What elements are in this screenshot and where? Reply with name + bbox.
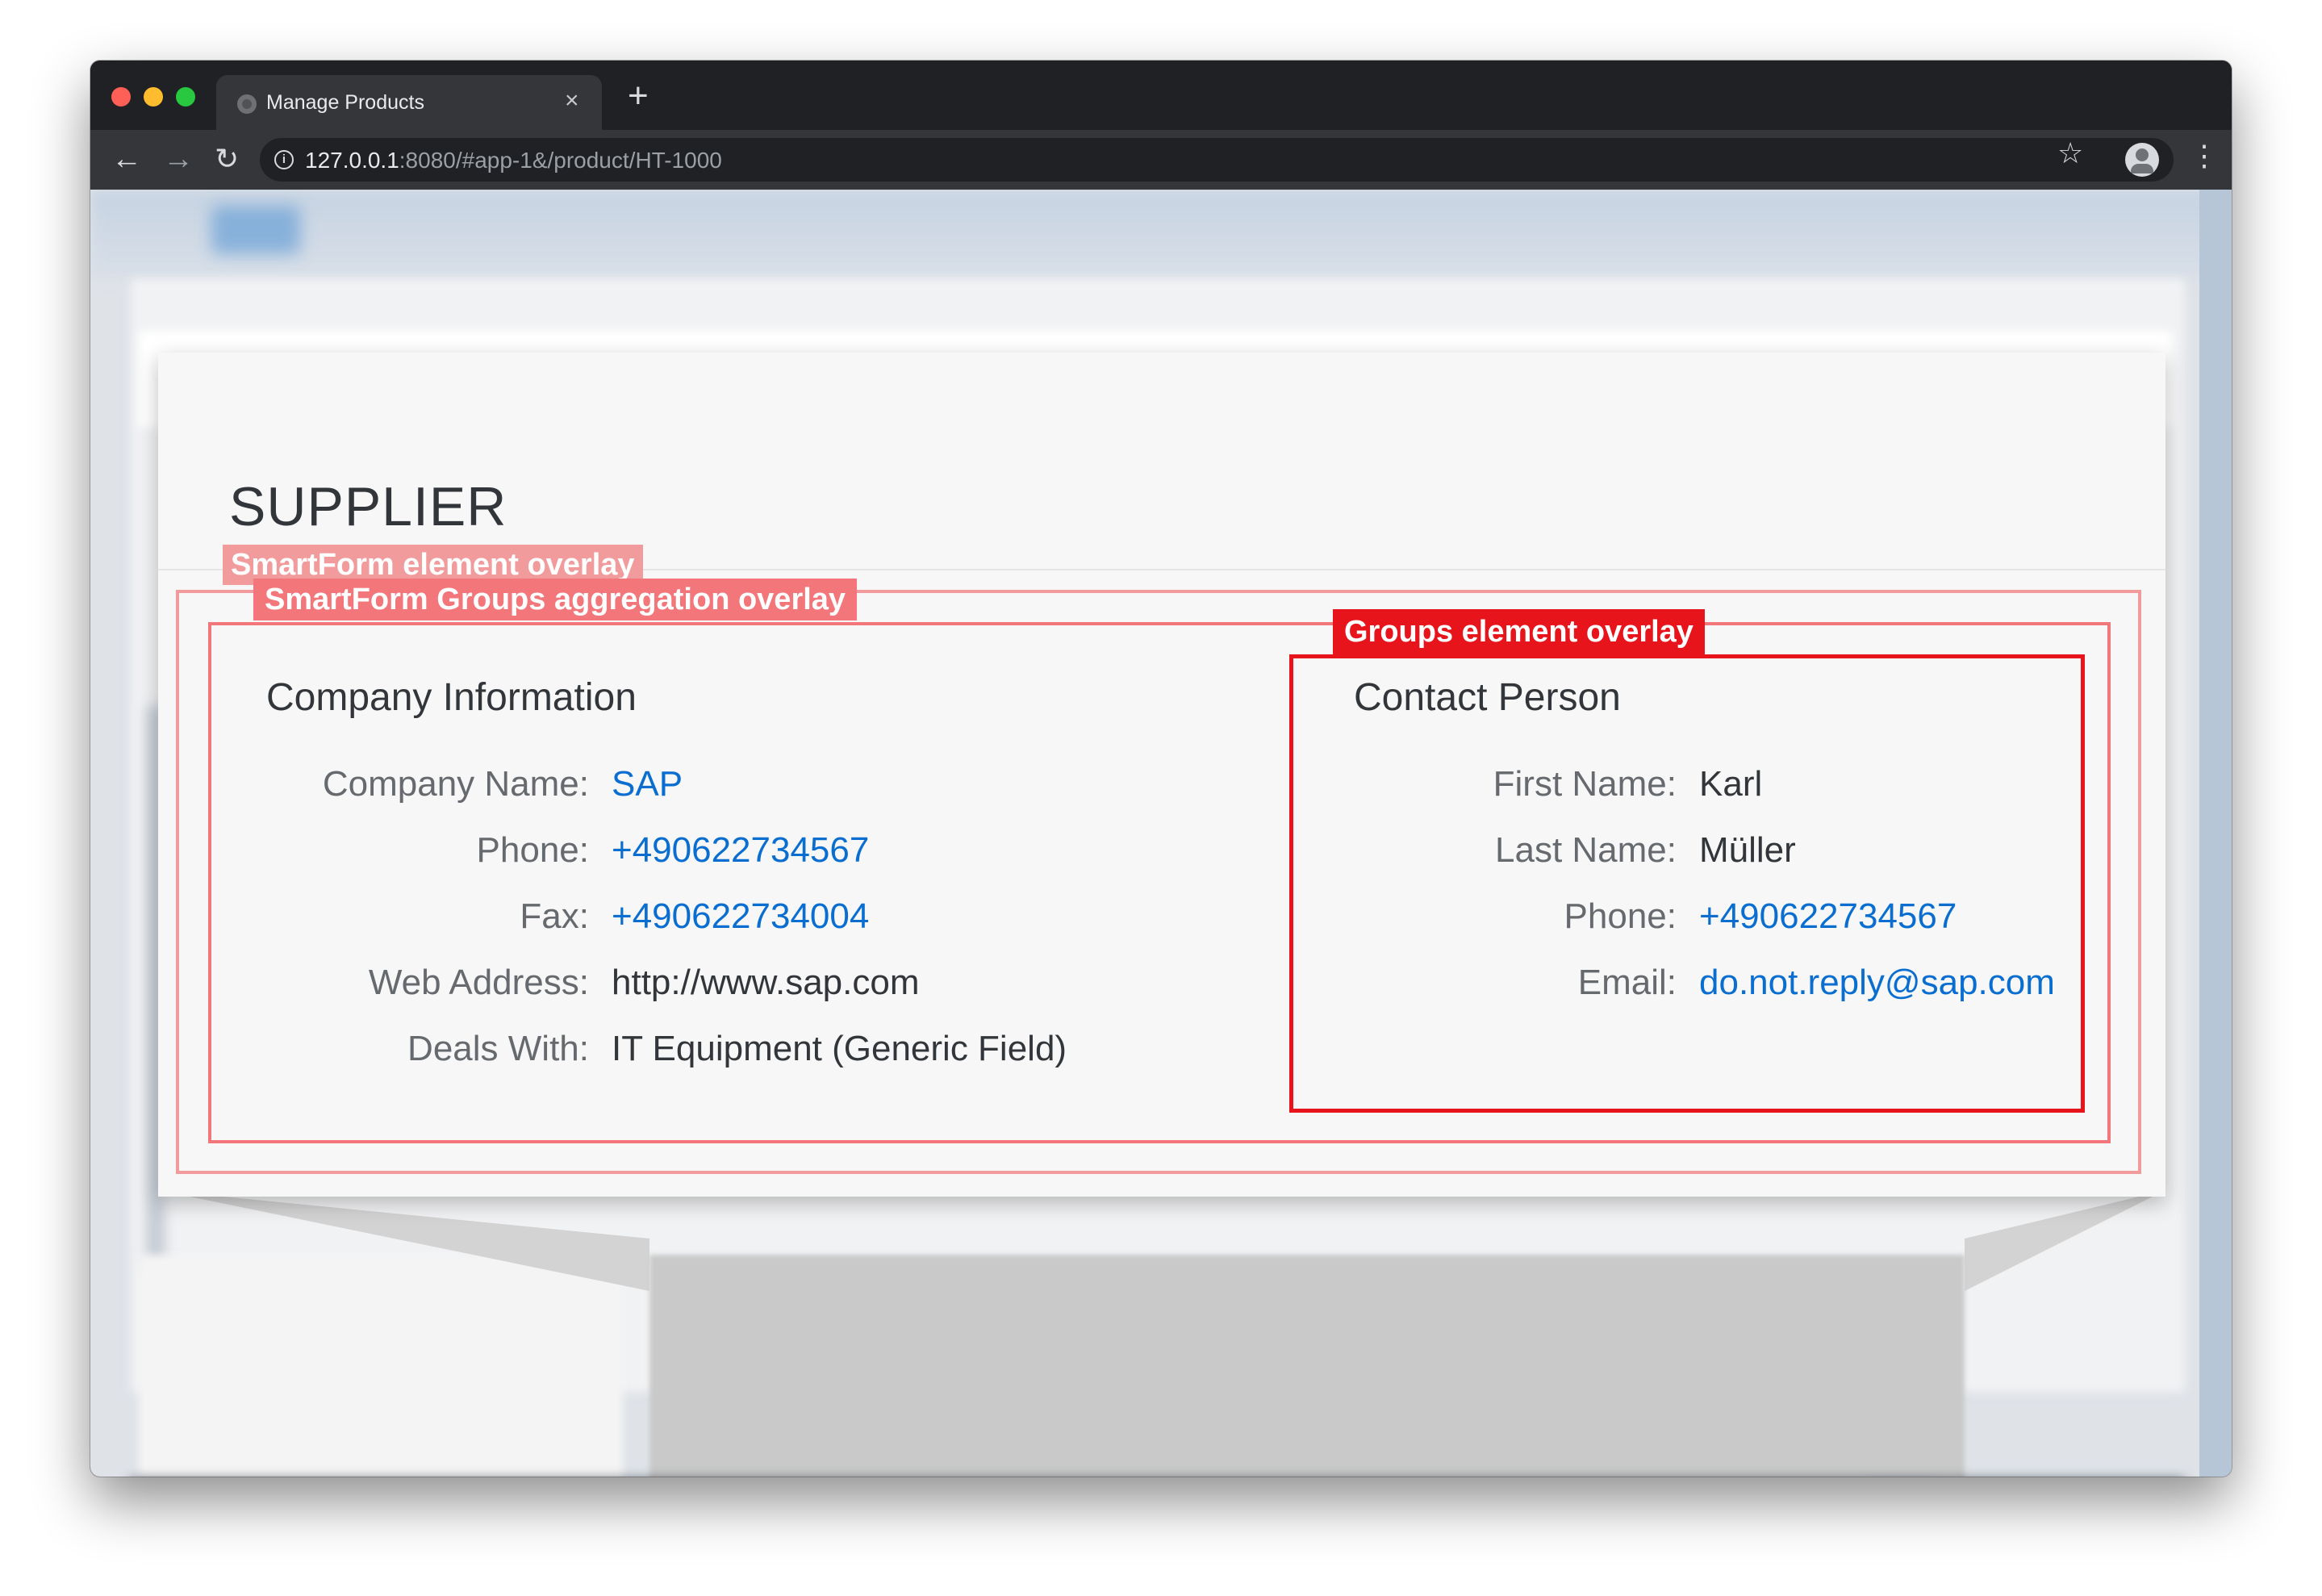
first-name-value: Karl — [1699, 764, 1763, 804]
supplier-section-magnified: SUPPLIER SmartForm element overlay Smart… — [158, 353, 2165, 1197]
company-phone-label: Phone: — [476, 830, 589, 870]
groups-element-overlay-label: Groups element overlay — [1333, 609, 1705, 654]
contact-phone-label: Phone: — [1564, 896, 1677, 936]
groups-element-overlay[interactable] — [1289, 654, 2085, 1113]
email-label: Email: — [1577, 963, 1677, 1002]
company-fax-label: Fax: — [520, 896, 589, 936]
company-phone-link[interactable]: +490622734567 — [612, 830, 869, 871]
deals-with-label: Deals With: — [407, 1029, 589, 1068]
last-name-label: Last Name: — [1495, 830, 1677, 870]
contact-phone-link[interactable]: +490622734567 — [1699, 896, 1957, 937]
company-fax-link[interactable]: +490622734004 — [612, 896, 869, 937]
web-address-label: Web Address: — [368, 963, 589, 1002]
last-name-value: Müller — [1699, 830, 1796, 870]
browser-window: Manage Products × + ← → ↻ i 127.0.0.1:80… — [90, 61, 2232, 1477]
first-name-label: First Name: — [1493, 764, 1677, 804]
screenshot-stage: Manage Products × + ← → ↻ i 127.0.0.1:80… — [0, 0, 2322, 1596]
groups-aggregation-overlay-label: SmartForm Groups aggregation overlay — [253, 579, 858, 620]
deals-with-value: IT Equipment (Generic Field) — [612, 1029, 1067, 1068]
web-address-value: http://www.sap.com — [612, 963, 920, 1002]
email-link[interactable]: do.not.reply@sap.com — [1699, 963, 2055, 1003]
section-title: SUPPLIER — [229, 476, 507, 537]
company-name-label: Company Name: — [322, 764, 589, 804]
contact-person-title: Contact Person — [1354, 676, 1621, 719]
company-information-title: Company Information — [266, 676, 637, 719]
company-name-link[interactable]: SAP — [612, 764, 683, 804]
